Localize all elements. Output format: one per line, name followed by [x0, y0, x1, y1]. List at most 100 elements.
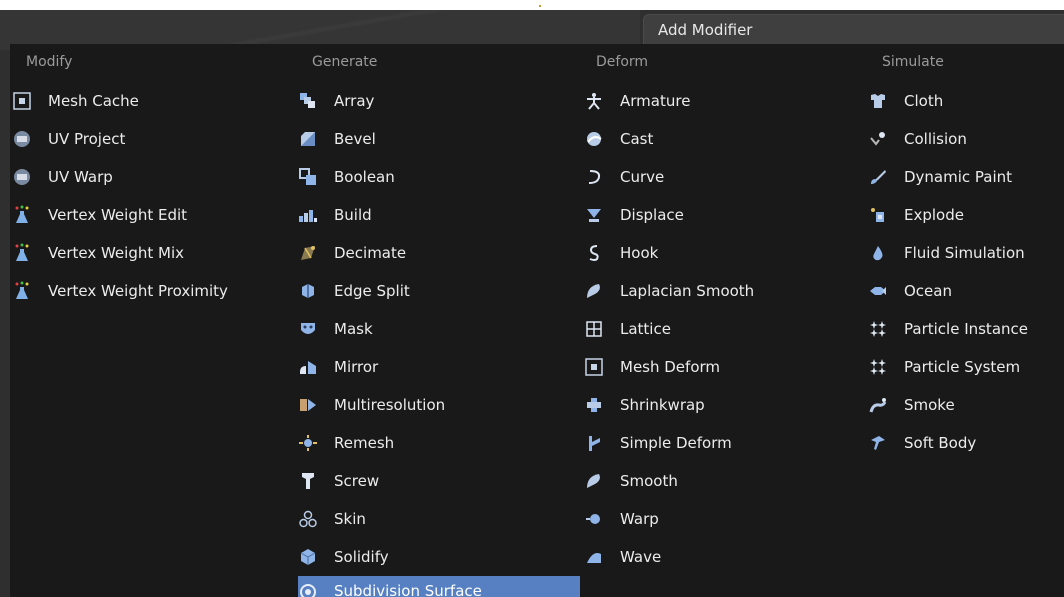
menu-item-lattice[interactable]: Lattice — [584, 312, 864, 346]
menu-item-label: Bevel — [334, 130, 376, 148]
menu-item-smoke[interactable]: Smoke — [868, 388, 1064, 422]
menu-item-label: Skin — [334, 510, 366, 528]
menu-item-decimate[interactable]: Decimate — [298, 236, 580, 270]
vertex-weight-icon — [12, 205, 32, 225]
menu-item-remesh[interactable]: Remesh — [298, 426, 580, 460]
menu-item-multiresolution[interactable]: Multiresolution — [298, 388, 580, 422]
cast-icon — [584, 129, 604, 149]
uv-warp-icon — [12, 167, 32, 187]
laplacian-smooth-icon — [584, 281, 604, 301]
menu-item-mesh-deform[interactable]: Mesh Deform — [584, 350, 864, 384]
menu-item-label: Wave — [620, 548, 662, 566]
menu-item-build[interactable]: Build — [298, 198, 580, 232]
mesh-deform-icon — [584, 357, 604, 377]
menu-item-laplacian-smooth[interactable]: Laplacian Smooth — [584, 274, 864, 308]
menu-item-label: Edge Split — [334, 282, 410, 300]
menu-item-label: Laplacian Smooth — [620, 282, 755, 300]
menu-item-label: Remesh — [334, 434, 395, 452]
menu-item-label: Mask — [334, 320, 373, 338]
collision-icon — [868, 129, 888, 149]
deform-header: Deform — [596, 54, 649, 70]
solidify-icon — [298, 547, 318, 567]
fluid-simulation-icon — [868, 243, 888, 263]
menu-item-collision[interactable]: Collision — [868, 122, 1064, 156]
menu-item-shrinkwrap[interactable]: Shrinkwrap — [584, 388, 864, 422]
menu-item-mask[interactable]: Mask — [298, 312, 580, 346]
menu-item-smooth[interactable]: Smooth — [584, 464, 864, 498]
menu-item-mirror[interactable]: Mirror — [298, 350, 580, 384]
generate-header: Generate — [312, 54, 378, 70]
mask-icon — [298, 319, 318, 339]
explode-icon — [868, 205, 888, 225]
vertex-weight-icon — [12, 281, 32, 301]
smooth-icon — [584, 471, 604, 491]
soft-body-icon — [868, 433, 888, 453]
menu-item-screw[interactable]: Screw — [298, 464, 580, 498]
menu-item-label: Ocean — [904, 282, 952, 300]
menu-item-simple-deform[interactable]: Simple Deform — [584, 426, 864, 460]
vertex-weight-icon — [12, 243, 32, 263]
menu-item-ocean[interactable]: Ocean — [868, 274, 1064, 308]
menu-item-label: Displace — [620, 206, 684, 224]
menu-item-displace[interactable]: Displace — [584, 198, 864, 232]
menu-item-particle-instance[interactable]: Particle Instance — [868, 312, 1064, 346]
simulate-header: Simulate — [882, 54, 944, 70]
simple-deform-icon — [584, 433, 604, 453]
menu-item-array[interactable]: Array — [298, 84, 580, 118]
menu-item-dynamic-paint[interactable]: Dynamic Paint — [868, 160, 1064, 194]
menu-item-label: Shrinkwrap — [620, 396, 705, 414]
menu-item-label: Simple Deform — [620, 434, 732, 452]
menu-item-warp[interactable]: Warp — [584, 502, 864, 536]
uv-project-icon — [12, 129, 32, 149]
menu-item-vertex-weight-mix[interactable]: Vertex Weight Mix — [12, 236, 282, 270]
menu-item-hook[interactable]: Hook — [584, 236, 864, 270]
array-icon — [298, 91, 318, 111]
cursor-dot — [539, 5, 541, 7]
menu-item-vertex-weight-proximity[interactable]: Vertex Weight Proximity — [12, 274, 282, 308]
dynamic-paint-icon — [868, 167, 888, 187]
menu-item-curve[interactable]: Curve — [584, 160, 864, 194]
menu-item-mesh-cache[interactable]: Mesh Cache — [12, 84, 282, 118]
menu-item-label: Hook — [620, 244, 659, 262]
menu-item-label: Lattice — [620, 320, 671, 338]
menu-item-armature[interactable]: Armature — [584, 84, 864, 118]
menu-item-label: Screw — [334, 472, 380, 490]
menu-item-solidify[interactable]: Solidify — [298, 540, 580, 574]
menu-item-vertex-weight-edit[interactable]: Vertex Weight Edit — [12, 198, 282, 232]
menu-item-explode[interactable]: Explode — [868, 198, 1064, 232]
menu-item-label: Vertex Weight Edit — [48, 206, 188, 224]
menu-item-particle-system[interactable]: Particle System — [868, 350, 1064, 384]
menu-item-cloth[interactable]: Cloth — [868, 84, 1064, 118]
menu-item-wave[interactable]: Wave — [584, 540, 864, 574]
menu-item-label: Soft Body — [904, 434, 977, 452]
menu-item-label: Explode — [904, 206, 964, 224]
menu-item-uv-project[interactable]: UV Project — [12, 122, 282, 156]
menu-item-edge-split[interactable]: Edge Split — [298, 274, 580, 308]
subdivision-surface-icon — [298, 582, 318, 597]
menu-item-label: Cloth — [904, 92, 944, 110]
menu-item-label: Warp — [620, 510, 659, 528]
menu-item-soft-body[interactable]: Soft Body — [868, 426, 1064, 460]
menu-item-label: Cast — [620, 130, 654, 148]
menu-item-subdivision-surface[interactable]: Subdivision Surface — [298, 576, 580, 597]
shrinkwrap-icon — [584, 395, 604, 415]
mesh-cache-icon — [12, 91, 32, 111]
menu-item-bevel[interactable]: Bevel — [298, 122, 580, 156]
mirror-icon — [298, 357, 318, 377]
decimate-icon — [298, 243, 318, 263]
menu-item-label: Array — [334, 92, 375, 110]
menu-item-boolean[interactable]: Boolean — [298, 160, 580, 194]
modify-header: Modify — [26, 54, 73, 70]
menu-item-label: Fluid Simulation — [904, 244, 1025, 262]
menu-item-label: Curve — [620, 168, 665, 186]
menu-item-cast[interactable]: Cast — [584, 122, 864, 156]
menu-item-label: Vertex Weight Proximity — [48, 282, 228, 300]
menu-item-uv-warp[interactable]: UV Warp — [12, 160, 282, 194]
lattice-icon — [584, 319, 604, 339]
menu-item-skin[interactable]: Skin — [298, 502, 580, 536]
menu-item-fluid-simulation[interactable]: Fluid Simulation — [868, 236, 1064, 270]
menu-item-label: Vertex Weight Mix — [48, 244, 184, 262]
menu-item-label: UV Project — [48, 130, 126, 148]
menu-item-label: Decimate — [334, 244, 407, 262]
particle-instance-icon — [868, 319, 888, 339]
